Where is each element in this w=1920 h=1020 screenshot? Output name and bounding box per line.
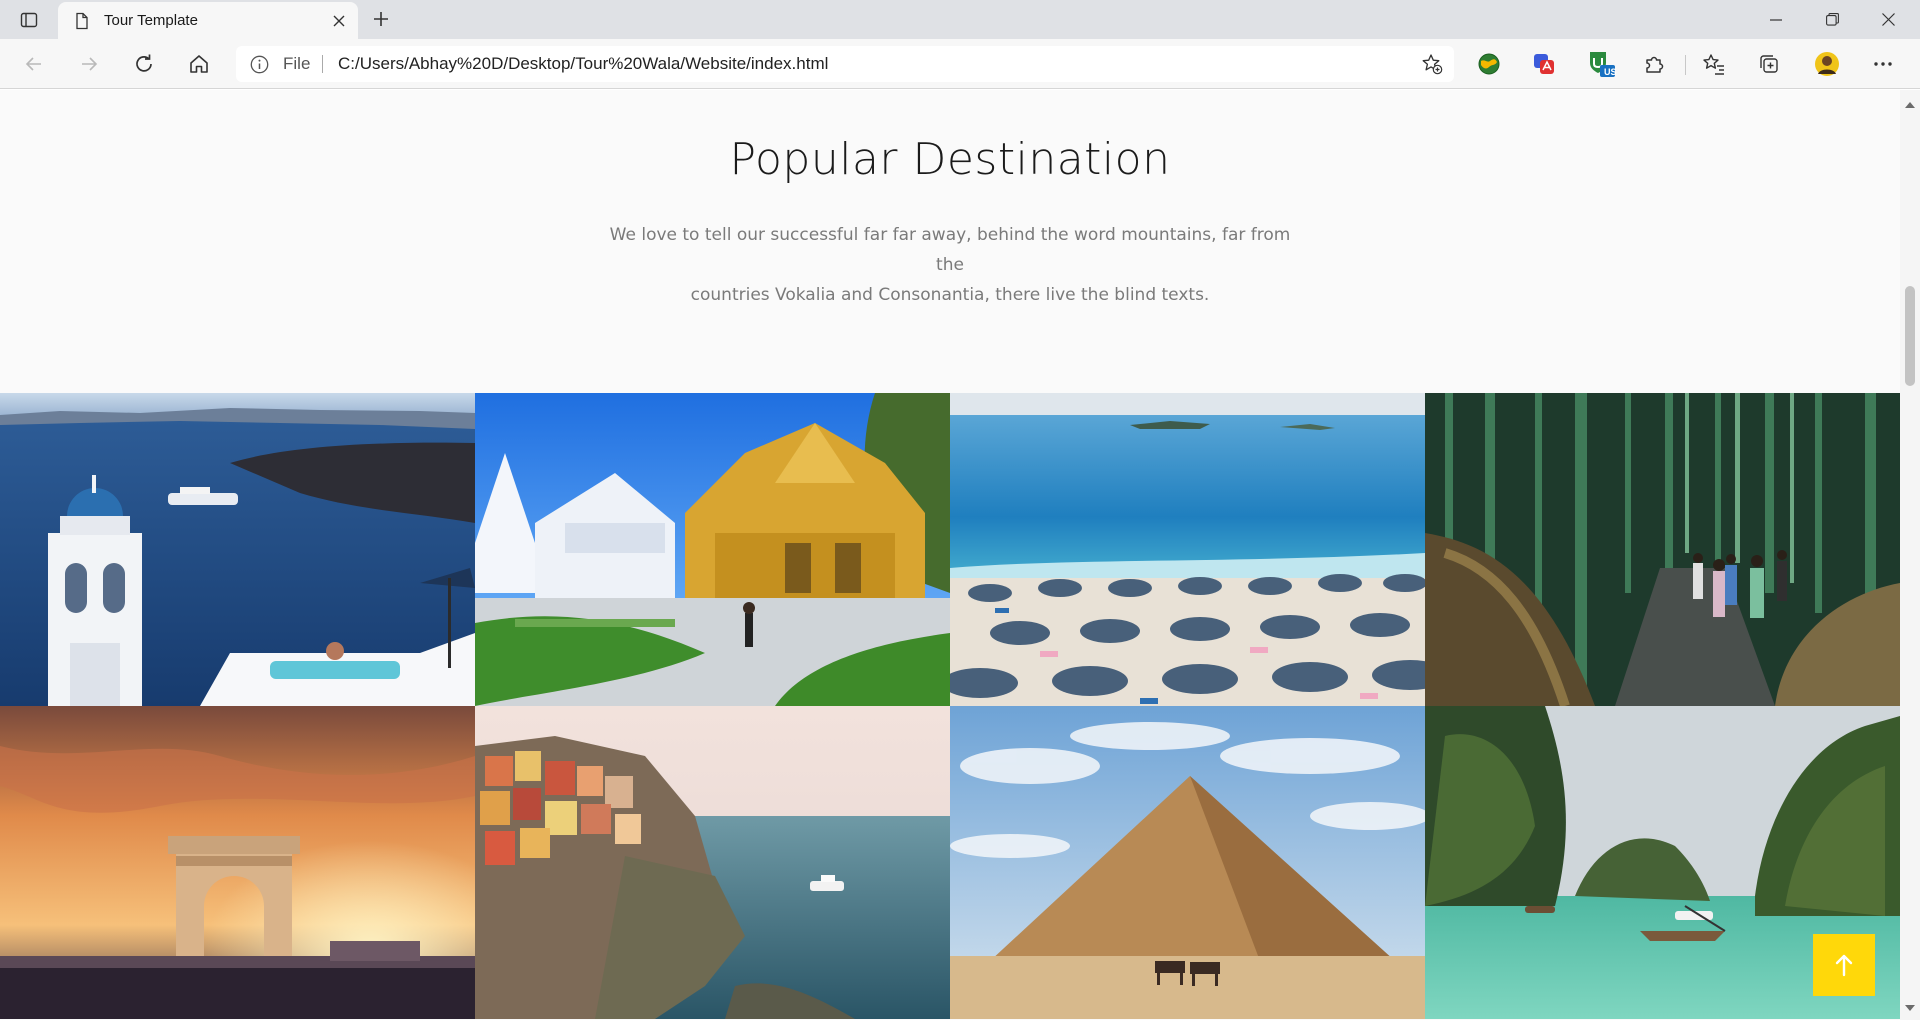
translate-extension-icon — [1534, 54, 1554, 74]
tab-actions-menu-button[interactable] — [16, 7, 42, 33]
info-icon[interactable] — [250, 55, 269, 78]
collections-button[interactable] — [1752, 47, 1786, 81]
puzzle-icon — [1646, 56, 1664, 73]
home-button[interactable] — [182, 47, 216, 81]
extension-globe-button[interactable] — [1472, 47, 1506, 81]
arrow-right-icon — [82, 57, 98, 71]
plus-icon — [374, 12, 388, 26]
page-viewport: Popular Destination We love to tell our … — [0, 90, 1900, 1020]
destination-gallery — [0, 393, 1900, 1020]
profile-button[interactable] — [1810, 47, 1844, 81]
extension-translate-button[interactable] — [1527, 47, 1561, 81]
minimize-icon — [1770, 18, 1782, 21]
scroll-up-arrow-icon[interactable] — [1905, 94, 1915, 113]
destination-tile-arch[interactable] — [0, 706, 475, 1019]
back-button[interactable] — [17, 47, 51, 81]
vertical-scrollbar[interactable] — [1900, 90, 1920, 1020]
bell-tower-sea-image — [0, 393, 475, 706]
section-title: Popular Destination — [729, 134, 1171, 185]
new-tab-button[interactable] — [368, 6, 394, 32]
destination-tile-bamboo[interactable] — [1425, 393, 1900, 706]
address-separator — [322, 55, 323, 73]
beach-umbrellas-image — [950, 393, 1425, 706]
tab-title: Tour Template — [104, 12, 198, 29]
globe-extension-icon — [1478, 53, 1500, 75]
add-favorite-button[interactable] — [1420, 52, 1444, 76]
refresh-icon — [136, 54, 152, 72]
avatar-icon — [1815, 52, 1839, 76]
home-icon — [190, 55, 208, 73]
section-description-line-1: We love to tell our successful far far a… — [609, 225, 1291, 275]
arrow-up-icon — [1835, 954, 1853, 977]
more-horizontal-icon — [1874, 62, 1892, 66]
triumphal-arch-image — [0, 706, 475, 1019]
pyramid-image — [950, 706, 1425, 1019]
toolbar-divider — [1685, 55, 1686, 75]
tab-actions-icon — [20, 12, 38, 28]
forward-button[interactable] — [72, 47, 106, 81]
bamboo-forest-image — [1425, 393, 1900, 706]
favorites-button[interactable] — [1697, 47, 1731, 81]
restore-window-button[interactable] — [1804, 0, 1860, 39]
destination-tile-beach[interactable] — [950, 393, 1425, 706]
favorites-list-icon — [1703, 54, 1724, 75]
minimize-window-button[interactable] — [1748, 0, 1804, 39]
settings-more-button[interactable] — [1866, 47, 1900, 81]
cliffside-village-image — [475, 706, 950, 1019]
section-description: We love to tell our successful far far a… — [600, 220, 1300, 310]
browser-tab-bar: Tour Template — [0, 0, 1920, 39]
close-window-button[interactable] — [1860, 0, 1916, 39]
back-to-top-button[interactable] — [1813, 934, 1875, 996]
address-scheme-label: File — [283, 54, 311, 73]
destination-tile-pyramid[interactable] — [950, 706, 1425, 1019]
destination-tile-bell-tower[interactable] — [0, 393, 475, 706]
browser-tab-active[interactable]: Tour Template — [58, 2, 358, 39]
star-plus-icon — [1422, 54, 1443, 75]
address-url-text[interactable]: C:/Users/Abhay%20D/Desktop/Tour%20Wala/W… — [338, 54, 828, 74]
destination-tile-temple[interactable] — [475, 393, 950, 706]
browser-toolbar: File C:/Users/Abhay%20D/Desktop/Tour%20W… — [0, 39, 1920, 89]
extensions-button[interactable] — [1637, 47, 1671, 81]
close-tab-button[interactable] — [328, 10, 350, 32]
close-icon — [333, 15, 345, 27]
golden-temple-image — [475, 393, 950, 706]
address-bar[interactable]: File C:/Users/Abhay%20D/Desktop/Tour%20W… — [236, 46, 1454, 82]
section-description-line-2: countries Vokalia and Consonantia, there… — [690, 285, 1210, 305]
collections-icon — [1760, 55, 1778, 73]
close-icon — [1881, 13, 1895, 26]
extension-vpn-button[interactable]: US — [1584, 47, 1618, 81]
page-document-icon — [74, 12, 90, 34]
scroll-down-arrow-icon[interactable] — [1905, 997, 1915, 1016]
extension-badge: US — [1604, 67, 1617, 77]
destination-tile-village[interactable] — [475, 706, 950, 1019]
restore-icon — [1825, 13, 1839, 26]
scrollbar-thumb[interactable] — [1905, 286, 1915, 386]
refresh-button[interactable] — [127, 47, 161, 81]
arrow-left-icon — [25, 57, 41, 71]
